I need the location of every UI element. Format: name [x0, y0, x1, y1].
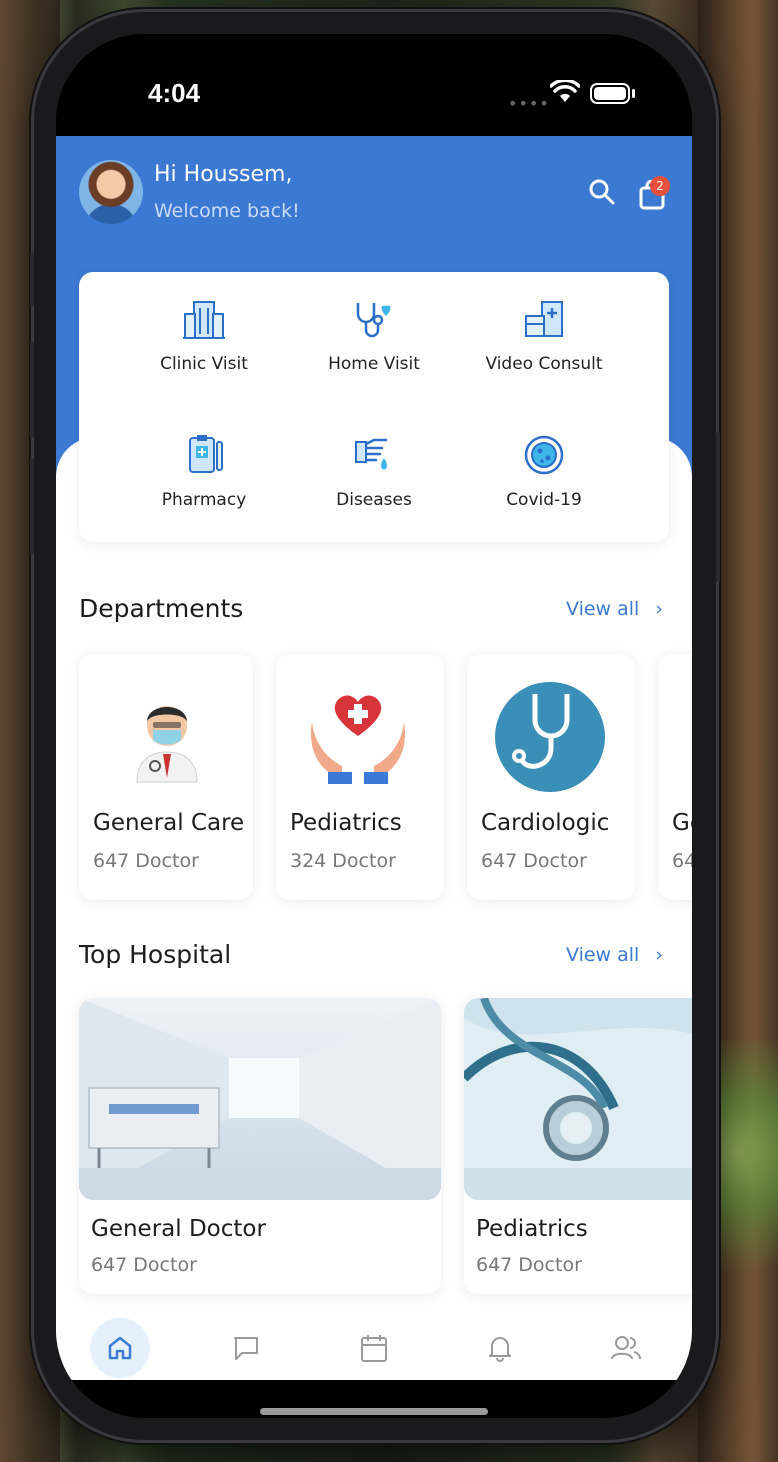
department-count: 647 Doctor	[481, 850, 587, 872]
hospitals-view-all-link[interactable]: View all ›	[566, 944, 663, 966]
clipboard-pill-icon	[189, 435, 223, 473]
hospital-building-icon	[183, 301, 225, 339]
bell-icon	[489, 1337, 511, 1362]
calendar-icon	[361, 1335, 387, 1362]
quick-action-label: Covid-19	[506, 490, 582, 510]
quick-action-covid19[interactable]: Covid-19	[459, 434, 629, 510]
stethoscope-circle-icon	[495, 682, 605, 792]
tab-calendar[interactable]	[344, 1318, 404, 1378]
top-hospital-title: Top Hospital	[79, 940, 232, 969]
hospital-name: Pediatrics	[476, 1216, 588, 1242]
status-time: 4:04	[148, 78, 201, 108]
volume-up-button	[30, 342, 34, 438]
welcome-text: Welcome back!	[154, 200, 300, 222]
search-icon[interactable]	[588, 178, 616, 206]
chevron-right-icon: ›	[655, 944, 663, 966]
quick-action-label: Video Consult	[485, 354, 603, 374]
quick-action-pharmacy[interactable]: Pharmacy	[119, 434, 289, 510]
quick-action-label: Pharmacy	[161, 490, 247, 510]
chevron-right-icon: ›	[655, 598, 663, 620]
chat-icon	[234, 1337, 258, 1360]
power-button	[716, 432, 720, 582]
phone-screen: 4:04 •••• Hi Houssem, Welcome back! 2 Cl…	[56, 34, 692, 1418]
battery-icon	[590, 83, 630, 104]
cart-badge: 2	[650, 176, 670, 196]
battery-tip	[632, 89, 635, 98]
mute-switch	[30, 252, 34, 306]
hospital-name: General Doctor	[91, 1216, 266, 1242]
hospital-card[interactable]: Pediatrics 647 Doctor	[464, 998, 692, 1294]
stethoscope-heart-icon	[356, 303, 391, 338]
signal-icon: ••••	[508, 94, 550, 113]
hand-drop-icon	[354, 438, 388, 470]
department-name: General Care	[93, 810, 245, 836]
virus-icon	[524, 435, 564, 475]
tab-profile[interactable]	[596, 1318, 656, 1378]
quick-action-label: Diseases	[336, 490, 412, 510]
medical-monitor-icon	[525, 301, 563, 337]
doctor-mask-icon	[136, 706, 198, 783]
department-name: Pediatrics	[290, 810, 402, 836]
hospital-count: 647 Doctor	[91, 1254, 197, 1276]
department-name: Ge	[672, 810, 692, 836]
avatar[interactable]	[79, 160, 143, 224]
quick-actions-card: Clinic Visit Home Visit Video Consult Ph…	[79, 272, 669, 542]
volume-down-button	[30, 458, 34, 554]
view-all-label: View all	[566, 944, 640, 966]
department-card[interactable]: General Care 647 Doctor	[79, 654, 253, 900]
quick-action-label: Home Visit	[328, 354, 420, 374]
department-count: 64	[672, 850, 692, 872]
quick-action-clinic-visit[interactable]: Clinic Visit	[119, 300, 289, 374]
app-content: Hi Houssem, Welcome back! 2 Clinic Visit…	[56, 136, 692, 1380]
greeting-text: Hi Houssem,	[154, 162, 293, 187]
department-name: Cardiologic	[481, 810, 610, 836]
bottom-tab-bar	[56, 1314, 692, 1380]
users-icon	[611, 1336, 641, 1360]
departments-title: Departments	[79, 594, 244, 623]
quick-action-home-visit[interactable]: Home Visit	[289, 300, 459, 374]
home-icon	[108, 1336, 132, 1360]
quick-action-label: Clinic Visit	[160, 354, 248, 374]
status-bar: 4:04 ••••	[56, 34, 692, 136]
hospital-count: 647 Doctor	[476, 1254, 582, 1276]
home-indicator[interactable]	[260, 1408, 488, 1415]
quick-action-video-consult[interactable]: Video Consult	[459, 300, 629, 374]
hands-heart-icon	[310, 695, 406, 784]
hospital-corridor-image	[79, 998, 441, 1200]
view-all-label: View all	[566, 598, 640, 620]
department-card[interactable]: Ge 64	[658, 654, 692, 900]
department-count: 647 Doctor	[93, 850, 199, 872]
tab-home[interactable]	[90, 1318, 150, 1378]
hospital-card[interactable]: General Doctor 647 Doctor	[79, 998, 441, 1294]
stethoscope-image	[464, 998, 692, 1200]
wifi-icon	[550, 80, 580, 102]
department-count: 324 Doctor	[290, 850, 396, 872]
quick-action-diseases[interactable]: Diseases	[289, 434, 459, 510]
background-foliage	[708, 1040, 778, 1320]
phone-frame: 4:04 •••• Hi Houssem, Welcome back! 2 Cl…	[30, 12, 720, 1440]
departments-view-all-link[interactable]: View all ›	[566, 598, 663, 620]
department-card[interactable]: Cardiologic 647 Doctor	[467, 654, 635, 900]
department-card[interactable]: Pediatrics 324 Doctor	[276, 654, 444, 900]
tab-messages[interactable]	[216, 1318, 276, 1378]
tab-notifications[interactable]	[470, 1318, 530, 1378]
